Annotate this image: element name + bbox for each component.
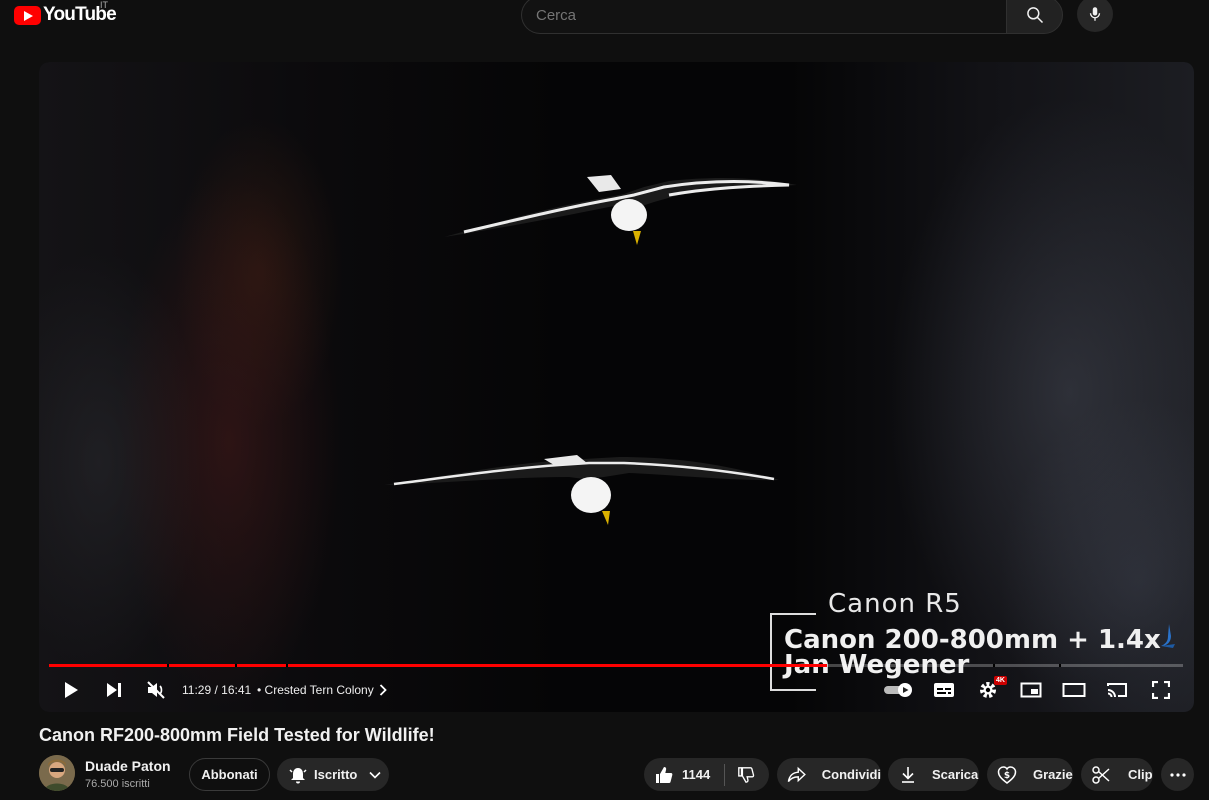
mute-button[interactable] [143,674,169,706]
search-bar [521,0,1063,34]
progress-bar[interactable] [49,664,1183,667]
svg-text:$: $ [1004,771,1010,781]
next-button[interactable] [101,674,127,706]
join-label: Abbonati [201,767,258,782]
overlay-camera-label: Canon R5 [828,589,962,619]
clip-button[interactable]: Clip [1081,758,1153,791]
masthead: YouTube IT [0,0,1209,38]
download-label: Scarica [932,767,979,782]
voice-search-button[interactable] [1077,0,1113,32]
player-controls: 11:29 / 16:41 • Crested Tern Colony 4K [39,674,1194,706]
like-button[interactable]: 1144 [654,765,710,785]
thumbs-up-icon [656,766,673,783]
avatar-image [39,755,75,791]
thanks-label: Grazie [1033,767,1073,782]
channel-avatar[interactable] [39,755,75,791]
video-title: Canon RF200-800mm Field Tested for Wildl… [39,725,435,745]
time-display: 11:29 / 16:41 [182,683,252,697]
cast-icon [1107,683,1127,698]
theater-mode-button[interactable] [1060,674,1088,706]
chevron-down-icon [369,771,381,779]
play-icon [65,682,78,698]
search-button[interactable] [1006,0,1063,34]
dislike-button[interactable] [737,766,755,784]
heart-dollar-icon: $ [997,765,1017,784]
share-icon [787,766,806,782]
cast-button[interactable] [1103,674,1131,706]
subscriber-count: 76.500 iscritti [85,778,150,790]
gull-bird-upper [444,175,797,245]
miniplayer-button[interactable] [1017,674,1045,706]
download-icon [902,766,914,783]
more-icon [1169,772,1186,777]
scissors-icon [1092,765,1110,784]
miniplayer-icon [1020,682,1042,698]
video-player[interactable]: Canon R5 Canon 200-800mm + 1.4x Jan Wege… [39,62,1194,712]
country-code: IT [100,0,108,10]
autoplay-toggle-icon [884,683,912,697]
channel-name[interactable]: Duade Paton [85,758,171,774]
autoplay-toggle[interactable] [882,674,916,706]
search-icon [1026,7,1043,24]
chevron-right-icon [379,684,387,696]
clip-label: Clip [1128,767,1153,782]
join-button[interactable]: Abbonati [189,758,270,791]
theater-icon [1062,683,1086,697]
microphone-icon [1089,7,1101,21]
more-actions-button[interactable] [1161,758,1194,791]
subscribed-button[interactable]: Iscritto [277,758,389,791]
channel-watermark-icon [1161,624,1175,648]
thanks-button[interactable]: $ Grazie [987,758,1073,791]
share-button[interactable]: Condividi [777,758,881,791]
chapter-title-button[interactable]: • Crested Tern Colony [257,683,387,697]
like-divider [724,763,726,786]
video-frame [39,62,1194,712]
fullscreen-icon [1152,681,1170,699]
subscribed-label: Iscritto [314,767,358,782]
chapter-marker [993,664,995,667]
subtitles-icon [934,683,954,697]
share-label: Condividi [821,767,881,782]
progress-played [49,664,827,667]
mute-icon [147,681,165,699]
fullscreen-button[interactable] [1147,674,1175,706]
subtitles-button[interactable] [930,674,958,706]
chapter-marker [235,664,237,667]
thumbs-down-icon [738,766,755,783]
like-dislike-group: 1144 [644,758,769,791]
bell-icon [289,767,307,783]
chapter-marker [167,664,169,667]
chapter-marker [286,664,288,667]
like-count: 1144 [682,767,711,782]
play-button[interactable] [57,674,85,706]
quality-badge: 4K [994,676,1007,685]
search-input[interactable] [521,0,1006,34]
download-button[interactable]: Scarica [888,758,979,791]
youtube-play-logo-icon [14,5,41,25]
gull-bird-lower [384,455,779,525]
chapter-title: • Crested Tern Colony [257,683,374,697]
chapter-marker [1059,664,1061,667]
next-icon [107,683,121,697]
